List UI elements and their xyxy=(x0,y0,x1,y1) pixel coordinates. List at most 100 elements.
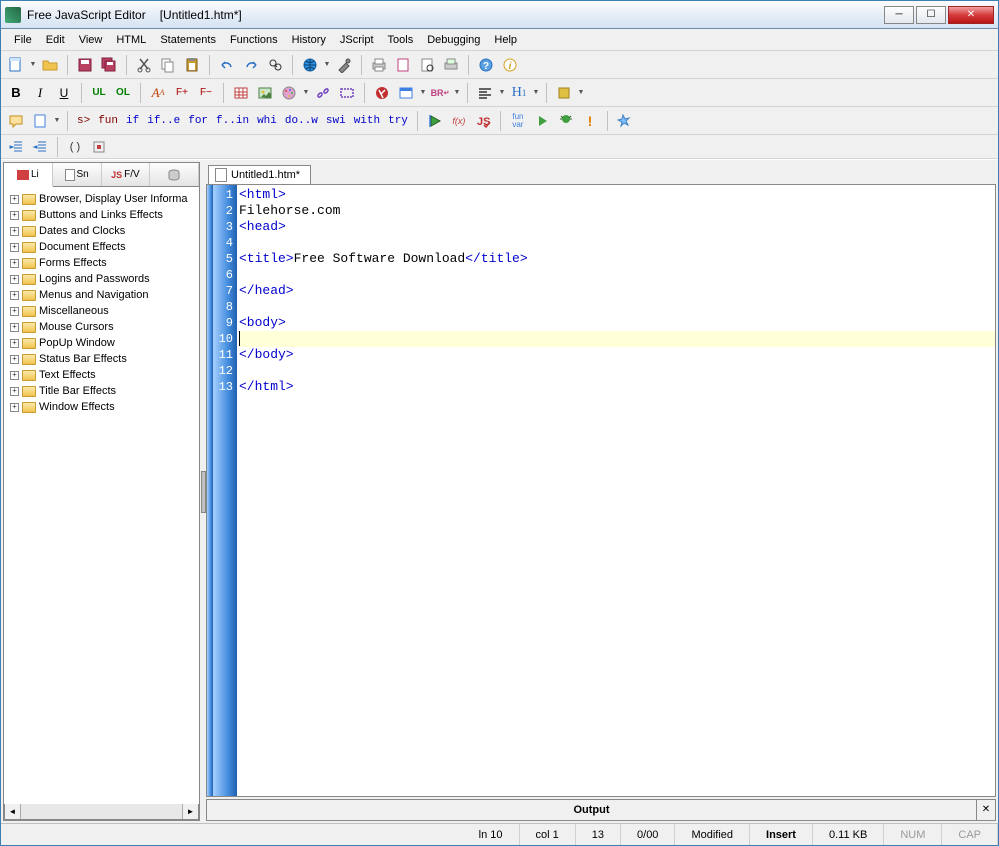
image-button[interactable] xyxy=(254,82,276,104)
menu-jscript[interactable]: JScript xyxy=(333,31,381,49)
sidebar-tab-library[interactable]: Li xyxy=(4,163,53,187)
expand-icon[interactable]: + xyxy=(10,323,19,332)
expand-icon[interactable]: + xyxy=(10,195,19,204)
close-button[interactable]: ✕ xyxy=(948,6,994,24)
table-button[interactable] xyxy=(230,82,252,104)
comment-button[interactable] xyxy=(5,110,27,132)
expand-icon[interactable]: + xyxy=(10,259,19,268)
menu-view[interactable]: View xyxy=(72,31,110,49)
outdent-button[interactable] xyxy=(29,136,51,158)
maximize-button[interactable]: ☐ xyxy=(916,6,946,24)
tree-item[interactable]: +PopUp Window xyxy=(6,335,197,351)
break-button[interactable]: ! xyxy=(579,110,601,132)
doc-button-2[interactable] xyxy=(416,54,438,76)
editor-body[interactable]: 12345678910111213 <html>Filehorse.com<he… xyxy=(206,184,996,797)
validate-button[interactable]: f(x) xyxy=(448,110,470,132)
sidebar-tab-snippets[interactable]: Sn xyxy=(53,163,102,186)
menu-help[interactable]: Help xyxy=(487,31,524,49)
debug-launch-button[interactable] xyxy=(424,110,446,132)
ol-button[interactable]: OL xyxy=(112,82,134,104)
menu-tools[interactable]: Tools xyxy=(381,31,421,49)
menu-debugging[interactable]: Debugging xyxy=(420,31,487,49)
expand-icon[interactable]: + xyxy=(10,355,19,364)
underline-button[interactable]: U xyxy=(53,82,75,104)
css-button[interactable] xyxy=(553,82,575,104)
sidebar-tab-db[interactable] xyxy=(150,163,199,186)
tree-item[interactable]: +Title Bar Effects xyxy=(6,383,197,399)
menu-statements[interactable]: Statements xyxy=(153,31,223,49)
effects-button[interactable] xyxy=(614,110,636,132)
font-increase-button[interactable]: F+ xyxy=(171,82,193,104)
br-dropdown[interactable]: ▼ xyxy=(453,89,461,96)
expand-icon[interactable]: + xyxy=(10,371,19,380)
print-preview-button[interactable] xyxy=(440,54,462,76)
sidebar-hscroll[interactable]: ◄► xyxy=(4,804,199,820)
keyword-try[interactable]: try xyxy=(385,115,411,127)
var-button[interactable]: funvar xyxy=(507,110,529,132)
menu-html[interactable]: HTML xyxy=(109,31,153,49)
tree-item[interactable]: +Browser, Display User Informa xyxy=(6,191,197,207)
browser-dropdown[interactable]: ▼ xyxy=(323,61,331,68)
anchor-button[interactable] xyxy=(336,82,358,104)
tree-item[interactable]: +Status Bar Effects xyxy=(6,351,197,367)
expand-icon[interactable]: + xyxy=(10,227,19,236)
editor-tab[interactable]: Untitled1.htm* xyxy=(208,165,311,184)
open-file-button[interactable] xyxy=(39,54,61,76)
paste-button[interactable] xyxy=(181,54,203,76)
menu-functions[interactable]: Functions xyxy=(223,31,285,49)
tree-item[interactable]: +Miscellaneous xyxy=(6,303,197,319)
indent-button[interactable] xyxy=(5,136,27,158)
tree-item[interactable]: +Mouse Cursors xyxy=(6,319,197,335)
font-button[interactable]: AA xyxy=(147,82,169,104)
italic-button[interactable]: I xyxy=(29,82,51,104)
bold-button[interactable]: B xyxy=(5,82,27,104)
form-button[interactable] xyxy=(395,82,417,104)
code-view[interactable]: <html>Filehorse.com<head><title>Free Sof… xyxy=(237,185,995,796)
expand-icon[interactable]: + xyxy=(10,243,19,252)
keyword-with[interactable]: with xyxy=(351,115,383,127)
output-close-button[interactable]: ✕ xyxy=(977,800,995,820)
new-file-button[interactable] xyxy=(5,54,27,76)
js-check-button[interactable]: JS xyxy=(472,110,494,132)
menu-edit[interactable]: Edit xyxy=(39,31,72,49)
cut-button[interactable] xyxy=(133,54,155,76)
color-button[interactable] xyxy=(278,82,300,104)
expand-icon[interactable]: + xyxy=(10,403,19,412)
debug-button[interactable] xyxy=(555,110,577,132)
expand-icon[interactable]: + xyxy=(10,307,19,316)
tree-item[interactable]: +Buttons and Links Effects xyxy=(6,207,197,223)
redo-button[interactable] xyxy=(240,54,262,76)
snippet-dropdown[interactable]: ▼ xyxy=(53,117,61,124)
copy-button[interactable] xyxy=(157,54,179,76)
expand-icon[interactable]: + xyxy=(10,291,19,300)
color-dropdown[interactable]: ▼ xyxy=(302,89,310,96)
script-button[interactable] xyxy=(371,82,393,104)
bracket-match-button[interactable]: ( ) xyxy=(64,136,86,158)
tree-item[interactable]: +Dates and Clocks xyxy=(6,223,197,239)
expand-icon[interactable]: + xyxy=(10,339,19,348)
tree-item[interactable]: +Logins and Passwords xyxy=(6,271,197,287)
ul-button[interactable]: UL xyxy=(88,82,110,104)
print-button[interactable] xyxy=(368,54,390,76)
keyword-fun[interactable]: fun xyxy=(95,115,121,127)
menu-file[interactable]: File xyxy=(7,31,39,49)
keyword-ife[interactable]: if..e xyxy=(144,115,183,127)
heading-dropdown[interactable]: ▼ xyxy=(532,89,540,96)
align-dropdown[interactable]: ▼ xyxy=(498,89,506,96)
save-all-button[interactable] xyxy=(98,54,120,76)
new-dropdown[interactable]: ▼ xyxy=(29,61,37,68)
keyword-s[interactable]: s> xyxy=(74,115,93,127)
menu-history[interactable]: History xyxy=(285,31,333,49)
run-button[interactable] xyxy=(531,110,553,132)
brace-match-button[interactable] xyxy=(88,136,110,158)
font-decrease-button[interactable]: F− xyxy=(195,82,217,104)
tree-item[interactable]: +Forms Effects xyxy=(6,255,197,271)
doc-button-1[interactable] xyxy=(392,54,414,76)
link-button[interactable] xyxy=(312,82,334,104)
save-button[interactable] xyxy=(74,54,96,76)
align-button[interactable] xyxy=(474,82,496,104)
keyword-swi[interactable]: swi xyxy=(323,115,349,127)
tree-item[interactable]: +Text Effects xyxy=(6,367,197,383)
heading-button[interactable]: H1 xyxy=(508,82,530,104)
form-dropdown[interactable]: ▼ xyxy=(419,89,427,96)
